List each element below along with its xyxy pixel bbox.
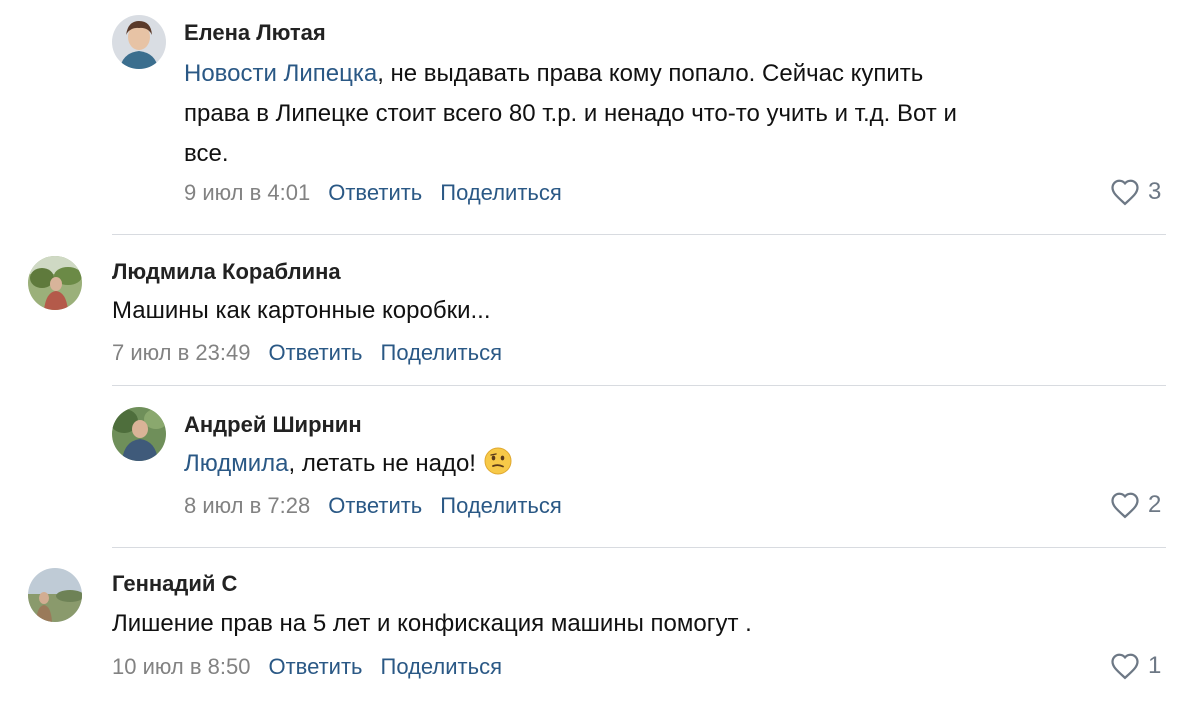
divider	[112, 547, 1166, 548]
share-button[interactable]: Поделиться	[440, 180, 561, 205]
heart-icon	[1111, 179, 1139, 206]
confused-face-icon	[484, 447, 512, 488]
share-button[interactable]: Поделиться	[440, 493, 561, 518]
avatar[interactable]	[112, 15, 166, 69]
like-button[interactable]: 3	[1110, 178, 1161, 206]
reply-button[interactable]: Ответить	[268, 654, 362, 679]
mention-link[interactable]: Новости Липецка	[184, 60, 377, 87]
comment-author[interactable]: Елена Лютая	[184, 20, 326, 46]
comment-author[interactable]: Геннадий С	[112, 571, 237, 597]
avatar[interactable]	[28, 256, 82, 310]
share-button[interactable]: Поделиться	[381, 340, 502, 365]
comment-text: Лишение прав на 5 лет и конфискация маши…	[112, 610, 752, 637]
mention-link[interactable]: Людмила	[184, 450, 288, 477]
comment-date[interactable]: 8 июл в 7:28	[184, 493, 310, 518]
divider	[112, 385, 1166, 386]
avatar[interactable]	[112, 407, 166, 461]
comment-author[interactable]: Андрей Ширнин	[184, 412, 362, 438]
reply-button[interactable]: Ответить	[328, 180, 422, 205]
comment-author[interactable]: Людмила Кораблина	[112, 259, 341, 285]
comment-meta: 8 июл в 7:28 Ответить Поделиться	[184, 493, 562, 519]
comment-meta: 7 июл в 23:49 Ответить Поделиться	[112, 340, 502, 366]
like-count: 1	[1148, 652, 1162, 679]
like-button[interactable]: 1	[1110, 652, 1161, 680]
like-count: 2	[1148, 491, 1162, 518]
divider	[112, 234, 1166, 235]
reply-button[interactable]: Ответить	[328, 493, 422, 518]
heart-icon	[1111, 492, 1139, 519]
comment-date[interactable]: 9 июл в 4:01	[184, 180, 310, 205]
comment-date[interactable]: 10 июл в 8:50	[112, 654, 250, 679]
comment-date[interactable]: 7 июл в 23:49	[112, 340, 250, 365]
comment-meta: 10 июл в 8:50 Ответить Поделиться	[112, 654, 502, 680]
comment-text: Новости Липецка, не выдавать права кому …	[184, 60, 957, 167]
like-button[interactable]: 2	[1110, 491, 1161, 519]
reply-button[interactable]: Ответить	[268, 340, 362, 365]
comment-text: Людмила, летать не надо!	[184, 444, 1164, 488]
comment-meta: 9 июл в 4:01 Ответить Поделиться	[184, 180, 562, 206]
share-button[interactable]: Поделиться	[381, 654, 502, 679]
heart-icon	[1111, 653, 1139, 680]
like-count: 3	[1148, 178, 1162, 205]
comment-text: Машины как картонные коробки...	[112, 297, 491, 324]
avatar[interactable]	[28, 568, 82, 622]
